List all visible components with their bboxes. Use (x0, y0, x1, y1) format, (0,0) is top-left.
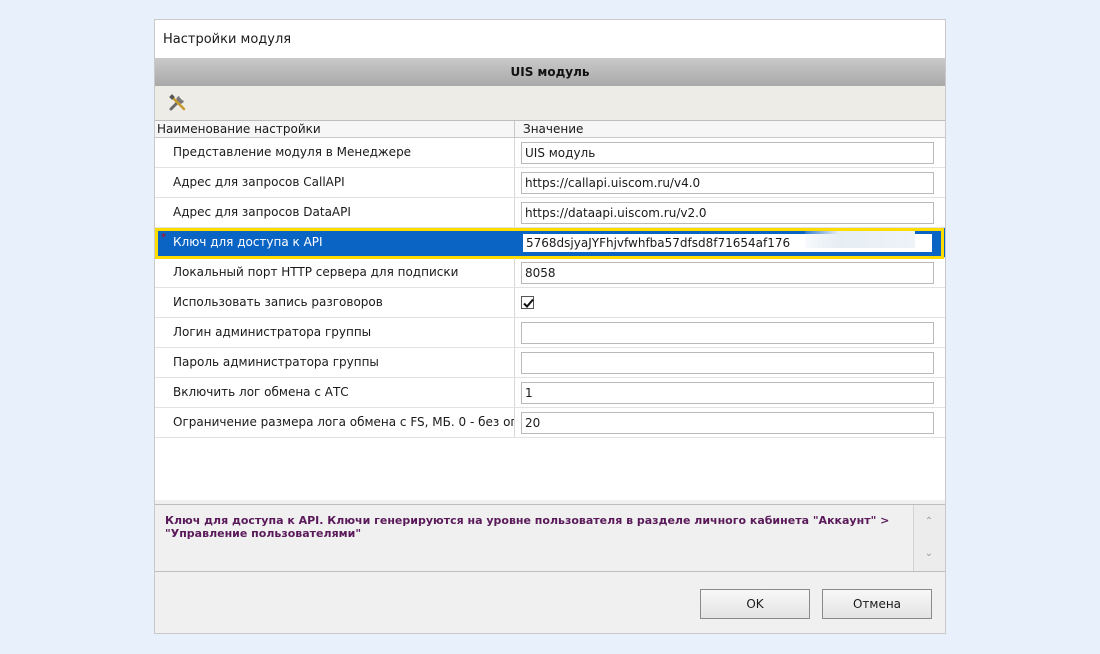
setting-name: Адрес для запросов CallAPI (155, 168, 515, 197)
setting-name: Включить лог обмена с АТС (155, 378, 515, 407)
setting-name: Адрес для запросов DataAPI (155, 198, 515, 227)
setting-value-cell (515, 288, 945, 317)
settings-dialog: Настройки модуля UIS модуль Наименование… (154, 19, 946, 634)
setting-value-cell: 5768dsjyaJYFhjvfwhfba57dfsd8f71654af176 (515, 228, 945, 257)
required-marker-icon: * (161, 232, 166, 243)
setting-input[interactable]: 20 (521, 412, 934, 434)
setting-row[interactable]: Логин администратора группы (155, 318, 945, 348)
grid-header: Наименование настройки Значение (155, 121, 945, 138)
setting-row[interactable]: Использовать запись разговоров (155, 288, 945, 318)
description-text: Ключ для доступа к API. Ключи генерируют… (165, 514, 890, 540)
setting-row[interactable]: Включить лог обмена с АТС 1 (155, 378, 945, 408)
tools-icon[interactable] (167, 92, 189, 114)
setting-value-cell: 8058 (515, 258, 945, 287)
setting-input[interactable]: https://callapi.uiscom.ru/v4.0 (521, 172, 934, 194)
redacted-overlay (805, 230, 915, 248)
setting-row[interactable]: Адрес для запросов CallAPI https://callap… (155, 168, 945, 198)
setting-name: Ограничение размера лога обмена с FS, МБ… (155, 408, 515, 437)
ok-button[interactable]: OK (700, 589, 810, 619)
setting-checkbox[interactable] (521, 296, 534, 309)
setting-value-cell: UIS модуль (515, 138, 945, 167)
setting-row[interactable]: Ключ для доступа к API * 5768dsjyaJYFhjvfw… (155, 228, 945, 259)
settings-grid: Наименование настройки Значение Представ… (155, 120, 945, 500)
setting-name: Локальный порт HTTP сервера для подписки (155, 258, 515, 287)
description-panel: Ключ для доступа к API. Ключи генерируют… (155, 504, 945, 572)
column-header-value[interactable]: Значение (515, 121, 945, 137)
setting-name: Использовать запись разговоров (155, 288, 515, 317)
setting-input[interactable] (521, 352, 934, 374)
setting-input[interactable]: 1 (521, 382, 934, 404)
setting-row[interactable]: Представление модуля в Менеджере UIS моду… (155, 138, 945, 168)
setting-name: Логин администратора группы (155, 318, 515, 347)
setting-value-cell (515, 318, 945, 347)
setting-value-cell: https://callapi.uiscom.ru/v4.0 (515, 168, 945, 197)
setting-input[interactable]: https://dataapi.uiscom.ru/v2.0 (521, 202, 934, 224)
setting-row[interactable]: Ограничение размера лога обмена с FS, МБ… (155, 408, 945, 438)
scroll-down-icon[interactable]: ⌄ (924, 549, 934, 559)
setting-value-cell (515, 348, 945, 377)
setting-row[interactable]: Пароль администратора группы (155, 348, 945, 378)
setting-input[interactable]: UIS модуль (521, 142, 934, 164)
scroll-up-icon[interactable]: ⌃ (924, 517, 934, 527)
setting-input[interactable]: 8058 (521, 262, 934, 284)
setting-value-cell: 20 (515, 408, 945, 437)
setting-value-cell: https://dataapi.uiscom.ru/v2.0 (515, 198, 945, 227)
setting-input[interactable] (521, 322, 934, 344)
setting-name: Ключ для доступа к API (155, 228, 515, 257)
toolbar (155, 86, 945, 120)
window-title: Настройки модуля (155, 20, 945, 58)
description-scrollbar[interactable]: ⌃ ⌄ (913, 505, 945, 571)
setting-name: Представление модуля в Менеджере (155, 138, 515, 167)
column-header-name[interactable]: Наименование настройки (155, 121, 515, 137)
module-header: UIS модуль (155, 58, 945, 86)
cancel-button[interactable]: Отмена (822, 589, 932, 619)
setting-value-cell: 1 (515, 378, 945, 407)
setting-row[interactable]: Адрес для запросов DataAPI https://dataap… (155, 198, 945, 228)
setting-row[interactable]: Локальный порт HTTP сервера для подписки… (155, 258, 945, 288)
setting-name: Пароль администратора группы (155, 348, 515, 377)
